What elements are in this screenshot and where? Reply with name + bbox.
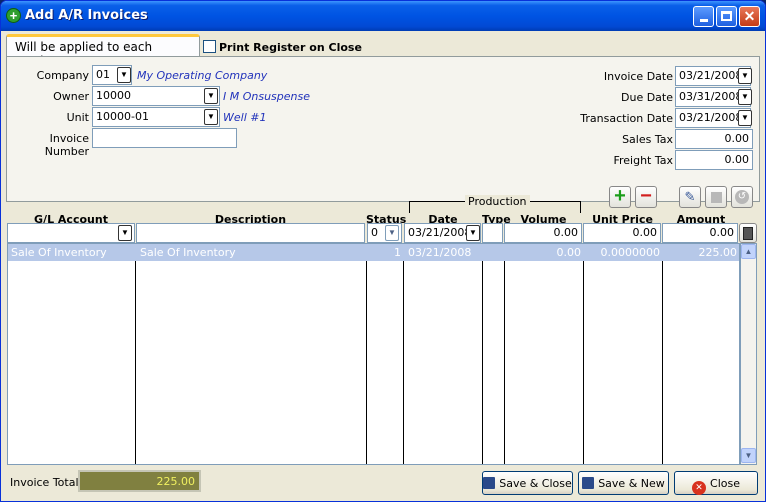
invoice-date-label: Invoice Date bbox=[603, 70, 673, 83]
disk-icon bbox=[582, 477, 595, 489]
unit-input[interactable]: 10000-01 bbox=[92, 107, 220, 127]
company-dropdown-icon[interactable]: ▼ bbox=[117, 67, 131, 83]
maximize-button[interactable] bbox=[716, 6, 737, 27]
app-plus-icon: + bbox=[6, 8, 21, 23]
close-window-button[interactable]: ✕ bbox=[739, 6, 760, 27]
edit-icon: ✎ bbox=[684, 189, 696, 204]
invoice-number-input[interactable] bbox=[92, 128, 237, 148]
gl-account-dropdown-icon[interactable]: ▼ bbox=[118, 225, 132, 241]
owner-dropdown-icon[interactable]: ▼ bbox=[204, 88, 218, 104]
due-date-dropdown-icon[interactable]: ▼ bbox=[738, 89, 752, 105]
window-title: Add A/R Invoices bbox=[25, 8, 148, 23]
save-close-label: Save & Close bbox=[499, 477, 572, 490]
invoice-total-label: Invoice Total bbox=[10, 476, 79, 489]
table-row[interactable]: Sale Of Inventory Sale Of Inventory 1 03… bbox=[8, 244, 739, 261]
checkbox-box[interactable] bbox=[203, 40, 216, 53]
freight-tax-label: Freight Tax bbox=[613, 154, 673, 167]
save-row-button[interactable] bbox=[705, 186, 727, 208]
save-close-button[interactable]: Save & Close bbox=[482, 471, 573, 495]
close-icon: ✕ bbox=[692, 481, 707, 495]
grid-col-divider bbox=[367, 244, 404, 464]
row-amount: 225.00 bbox=[698, 246, 738, 259]
grid-scrollbar[interactable]: ▲ ▼ bbox=[740, 243, 757, 465]
invoice-date-dropdown-icon[interactable]: ▼ bbox=[738, 68, 752, 84]
grid-col-divider bbox=[505, 244, 584, 464]
grid-col-divider bbox=[584, 244, 663, 464]
close-button[interactable]: ✕ Close bbox=[674, 471, 758, 495]
grid-col-divider bbox=[8, 244, 136, 464]
entry-amount[interactable]: 0.00 bbox=[662, 223, 738, 243]
invoice-number-label: Invoice Number bbox=[44, 132, 89, 158]
tab-posting[interactable]: Will be applied to each Posting bbox=[6, 34, 200, 68]
invoice-total-value: 225.00 bbox=[78, 470, 201, 492]
scroll-down-icon[interactable]: ▼ bbox=[741, 448, 756, 463]
unit-name: Well #1 bbox=[223, 111, 267, 124]
plus-icon: + bbox=[614, 185, 626, 207]
unit-label: Unit bbox=[66, 111, 89, 124]
disk-icon bbox=[483, 477, 496, 489]
entry-volume[interactable]: 0.00 bbox=[504, 223, 582, 243]
minus-icon: − bbox=[640, 185, 652, 207]
sales-tax-input[interactable]: 0.00 bbox=[675, 129, 753, 149]
row-date: 03/21/2008 bbox=[408, 246, 472, 259]
close-label: Close bbox=[710, 477, 740, 490]
print-register-label: Print Register on Close bbox=[219, 41, 362, 54]
scroll-up-icon[interactable]: ▲ bbox=[741, 244, 756, 259]
status-dropdown-icon[interactable]: ▼ bbox=[385, 225, 399, 241]
entry-description[interactable] bbox=[136, 223, 365, 243]
window: + Add A/R Invoices ✕ Will be applied to … bbox=[0, 0, 766, 502]
minimize-button[interactable] bbox=[693, 6, 714, 27]
entry-type[interactable] bbox=[482, 223, 503, 243]
company-name: My Operating Company bbox=[137, 69, 268, 82]
save-new-label: Save & New bbox=[598, 477, 665, 490]
header-panel: Company 01 ▼ My Operating Company Owner … bbox=[6, 56, 760, 202]
edit-button[interactable]: ✎ bbox=[679, 186, 701, 208]
entry-gl-account[interactable] bbox=[7, 223, 135, 243]
undo-icon: ↺ bbox=[735, 190, 749, 204]
transaction-date-dropdown-icon[interactable]: ▼ bbox=[738, 110, 752, 126]
entry-unit-price[interactable]: 0.00 bbox=[583, 223, 661, 243]
client-area: Will be applied to each Posting Print Re… bbox=[4, 31, 762, 500]
row-description: Sale Of Inventory bbox=[140, 246, 236, 259]
grid-col-divider bbox=[404, 244, 483, 464]
sales-tax-label: Sales Tax bbox=[622, 133, 673, 146]
owner-name: I M Onsuspense bbox=[223, 90, 311, 103]
calculator-button[interactable] bbox=[739, 223, 757, 243]
calculator-icon bbox=[743, 227, 753, 240]
undo-button[interactable]: ↺ bbox=[731, 186, 753, 208]
row-status: 1 bbox=[394, 246, 401, 259]
freight-tax-input[interactable]: 0.00 bbox=[675, 150, 753, 170]
row-gl-account: Sale Of Inventory bbox=[11, 246, 107, 259]
due-date-label: Due Date bbox=[621, 91, 673, 104]
delete-row-button[interactable]: − bbox=[635, 186, 657, 208]
owner-label: Owner bbox=[53, 90, 89, 103]
invoice-lines-grid: Sale Of Inventory Sale Of Inventory 1 03… bbox=[7, 243, 740, 465]
row-volume: 0.00 bbox=[556, 246, 582, 259]
transaction-date-label: Transaction Date bbox=[580, 112, 673, 125]
grid-col-divider bbox=[483, 244, 505, 464]
save-new-button[interactable]: Save & New bbox=[578, 471, 669, 495]
unit-dropdown-icon[interactable]: ▼ bbox=[204, 109, 218, 125]
row-unit-price: 0.0000000 bbox=[600, 246, 661, 259]
owner-input[interactable]: 10000 bbox=[92, 86, 220, 106]
save-icon bbox=[710, 192, 722, 203]
production-group-label: Production bbox=[465, 195, 530, 208]
grid-col-divider bbox=[136, 244, 367, 464]
add-row-button[interactable]: + bbox=[609, 186, 631, 208]
title-bar: + Add A/R Invoices ✕ bbox=[1, 1, 765, 31]
company-label: Company bbox=[36, 69, 89, 82]
print-register-checkbox[interactable]: Print Register on Close bbox=[203, 40, 362, 54]
date-dropdown-icon[interactable]: ▼ bbox=[466, 225, 480, 241]
